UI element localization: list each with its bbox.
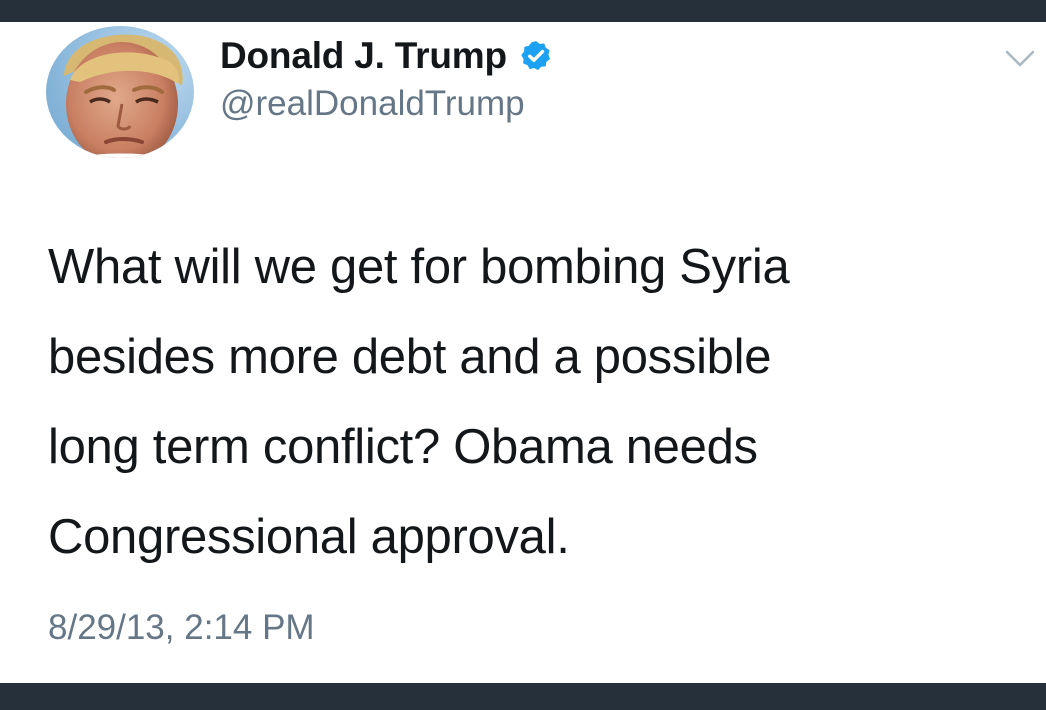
author-handle[interactable]: @realDonaldTrump [220, 84, 525, 124]
tweet-menu-button[interactable] [1000, 42, 1040, 76]
chevron-down-icon [1005, 50, 1035, 67]
profile-photo-avatar [46, 26, 194, 158]
tweet-text-line: What will we get for bombing Syria [48, 240, 790, 294]
tweet-text-line: besides more debt and a possible [48, 330, 772, 384]
verified-badge-icon [521, 41, 550, 71]
tweet-text: What will we get for bombing Syria besid… [48, 222, 1008, 582]
tweet-card: Donald J. Trump @realDonaldTrump What wi… [0, 22, 1046, 683]
tweet-text-line: Congressional approval. [48, 510, 570, 564]
tweet-text-line: long term conflict? Obama needs [48, 420, 758, 474]
top-frame-bar [0, 0, 1046, 22]
bottom-frame-bar [0, 683, 1046, 710]
tweet-timestamp[interactable]: 8/29/13, 2:14 PM [48, 608, 315, 648]
author-display-name[interactable]: Donald J. Trump [220, 35, 507, 77]
avatar[interactable] [46, 26, 194, 158]
author-name-row: Donald J. Trump [220, 34, 553, 78]
